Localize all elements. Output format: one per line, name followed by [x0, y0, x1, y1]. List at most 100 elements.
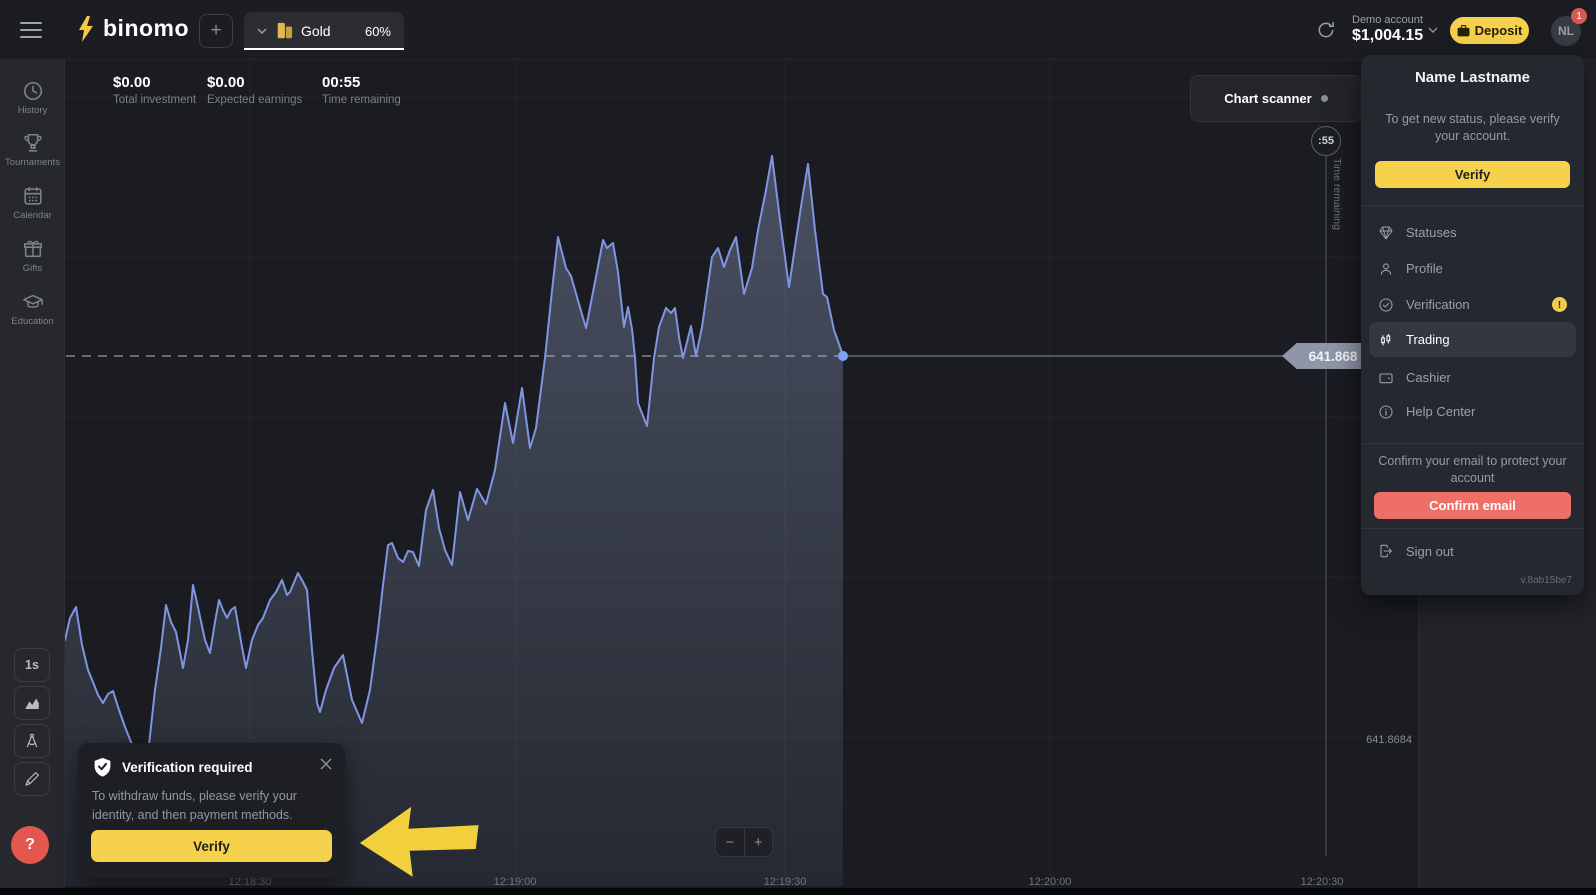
- sign-out-icon: [1378, 543, 1394, 559]
- total-investment-label: Total investment: [113, 94, 196, 106]
- asset-payout: 60%: [365, 24, 391, 39]
- menu-item-profile[interactable]: Profile: [1369, 251, 1576, 286]
- binomo-logo[interactable]: binomo: [76, 15, 189, 42]
- sidebar-item-history[interactable]: History: [0, 80, 65, 116]
- sign-out-label: Sign out: [1406, 544, 1454, 559]
- total-investment-value: $0.00: [113, 74, 196, 91]
- sidebar-label: Tournaments: [0, 157, 65, 168]
- zoom-in-button[interactable]: +: [744, 828, 773, 856]
- calendar-icon: [22, 185, 44, 207]
- sidebar-label: Education: [0, 316, 65, 327]
- left-sidebar: History Tournaments Calendar: [0, 60, 65, 888]
- deposit-button[interactable]: Deposit: [1450, 17, 1529, 44]
- sidebar-item-calendar[interactable]: Calendar: [0, 185, 65, 221]
- popup-title: Verification required: [122, 760, 253, 775]
- notification-badge: 1: [1571, 8, 1587, 24]
- chart-scanner-label: Chart scanner: [1224, 91, 1311, 106]
- menu-item-cashier[interactable]: Cashier: [1369, 360, 1576, 395]
- gem-icon: [1378, 225, 1394, 241]
- popup-verify-button[interactable]: Verify: [91, 830, 332, 862]
- sidebar-item-education[interactable]: Education: [0, 291, 65, 327]
- briefcase-icon: [1457, 25, 1470, 37]
- menu-item-label: Help Center: [1406, 404, 1475, 419]
- menu-item-help-center[interactable]: Help Center: [1369, 394, 1576, 429]
- chevron-down-icon: [257, 28, 267, 34]
- time-remaining-axis-label: Time remaining: [1331, 158, 1343, 230]
- time-remaining-value: 00:55: [322, 74, 401, 91]
- menu-item-trading[interactable]: Trading: [1369, 322, 1576, 357]
- pencil-icon: [23, 770, 41, 788]
- chart-type-icon: [22, 694, 42, 712]
- check-circle-icon: [1378, 297, 1394, 313]
- tournaments-icon: [22, 132, 44, 154]
- expected-earnings-stat: $0.00 Expected earnings: [207, 74, 302, 106]
- person-icon: [1378, 261, 1394, 277]
- chart-type-button[interactable]: [14, 686, 50, 720]
- close-icon[interactable]: [319, 757, 333, 771]
- gold-bars-icon: [275, 21, 293, 41]
- add-asset-tab-button[interactable]: +: [199, 14, 233, 48]
- account-name: Name Lastname: [1361, 69, 1584, 86]
- chart-zoom-controls: − +: [715, 827, 773, 857]
- menu-icon[interactable]: [20, 22, 42, 38]
- sidebar-label: History: [0, 105, 65, 116]
- time-axis-tick: 12:20:30: [1301, 876, 1344, 888]
- price-axis-tick: 641.8684: [1340, 734, 1412, 746]
- drawing-tools-button[interactable]: [14, 762, 50, 796]
- sidebar-label: Calendar: [0, 210, 65, 221]
- history-icon: [22, 80, 44, 102]
- shield-check-icon: [92, 755, 113, 779]
- info-icon: [1378, 404, 1394, 420]
- chart-scanner-button[interactable]: Chart scanner: [1190, 75, 1362, 122]
- account-balance: $1,004.15: [1352, 27, 1423, 45]
- account-switcher[interactable]: Demo account $1,004.15: [1352, 14, 1423, 45]
- time-axis-tick: 12:19:30: [764, 876, 807, 888]
- bottom-strip: [0, 888, 1596, 895]
- pointer-arrow: [352, 799, 482, 884]
- expected-earnings-value: $0.00: [207, 74, 302, 91]
- education-icon: [21, 291, 45, 313]
- verification-popup: Verification required To withdraw funds,…: [78, 743, 345, 878]
- lightning-icon: [76, 16, 95, 42]
- top-bar: binomo + Gold 60% Demo account $1,004.15: [0, 0, 1596, 60]
- sign-out-button[interactable]: Sign out: [1378, 543, 1454, 559]
- time-remaining-label: Time remaining: [322, 94, 401, 106]
- sidebar-label: Gifts: [0, 263, 65, 274]
- menu-item-label: Trading: [1406, 332, 1450, 347]
- indicators-button[interactable]: [14, 724, 50, 758]
- menu-item-statuses[interactable]: Statuses: [1369, 215, 1576, 250]
- asset-name: Gold: [301, 23, 331, 39]
- zoom-out-button[interactable]: −: [716, 828, 744, 856]
- gifts-icon: [22, 238, 44, 260]
- wallet-icon: [1378, 370, 1394, 386]
- expiry-timer-badge: :55: [1311, 126, 1341, 156]
- indicators-icon: [23, 732, 41, 750]
- menu-item-verification[interactable]: Verification !: [1369, 287, 1576, 322]
- confirm-email-note: Confirm your email to protect your accou…: [1377, 453, 1568, 487]
- sidebar-item-gifts[interactable]: Gifts: [0, 238, 65, 274]
- divider: [1361, 443, 1584, 444]
- time-axis-tick: 12:20:00: [1029, 876, 1072, 888]
- candles-icon: [1378, 332, 1394, 348]
- time-axis-tick: 12:19:00: [494, 876, 537, 888]
- menu-item-label: Profile: [1406, 261, 1443, 276]
- sidebar-item-tournaments[interactable]: Tournaments: [0, 132, 65, 168]
- account-menu-dropdown: Name Lastname To get new status, please …: [1361, 55, 1584, 595]
- confirm-email-button[interactable]: Confirm email: [1374, 492, 1571, 519]
- refresh-icon[interactable]: [1316, 20, 1336, 40]
- expected-earnings-label: Expected earnings: [207, 94, 302, 106]
- menu-item-label: Statuses: [1406, 225, 1457, 240]
- menu-verify-button[interactable]: Verify: [1375, 161, 1570, 188]
- asset-tab-gold[interactable]: Gold 60%: [244, 12, 404, 50]
- timeframe-button[interactable]: 1s: [14, 648, 50, 682]
- help-button[interactable]: ?: [11, 826, 49, 864]
- app-version: v.8ab15be7: [1520, 575, 1572, 586]
- account-status-note: To get new status, please verify your ac…: [1377, 111, 1568, 145]
- chevron-down-icon[interactable]: [1428, 27, 1438, 33]
- time-remaining-stat: 00:55 Time remaining: [322, 74, 401, 106]
- deposit-label: Deposit: [1475, 23, 1523, 38]
- logo-text: binomo: [103, 15, 189, 42]
- menu-item-label: Verification: [1406, 297, 1470, 312]
- account-type-label: Demo account: [1352, 14, 1423, 26]
- divider: [1361, 528, 1584, 529]
